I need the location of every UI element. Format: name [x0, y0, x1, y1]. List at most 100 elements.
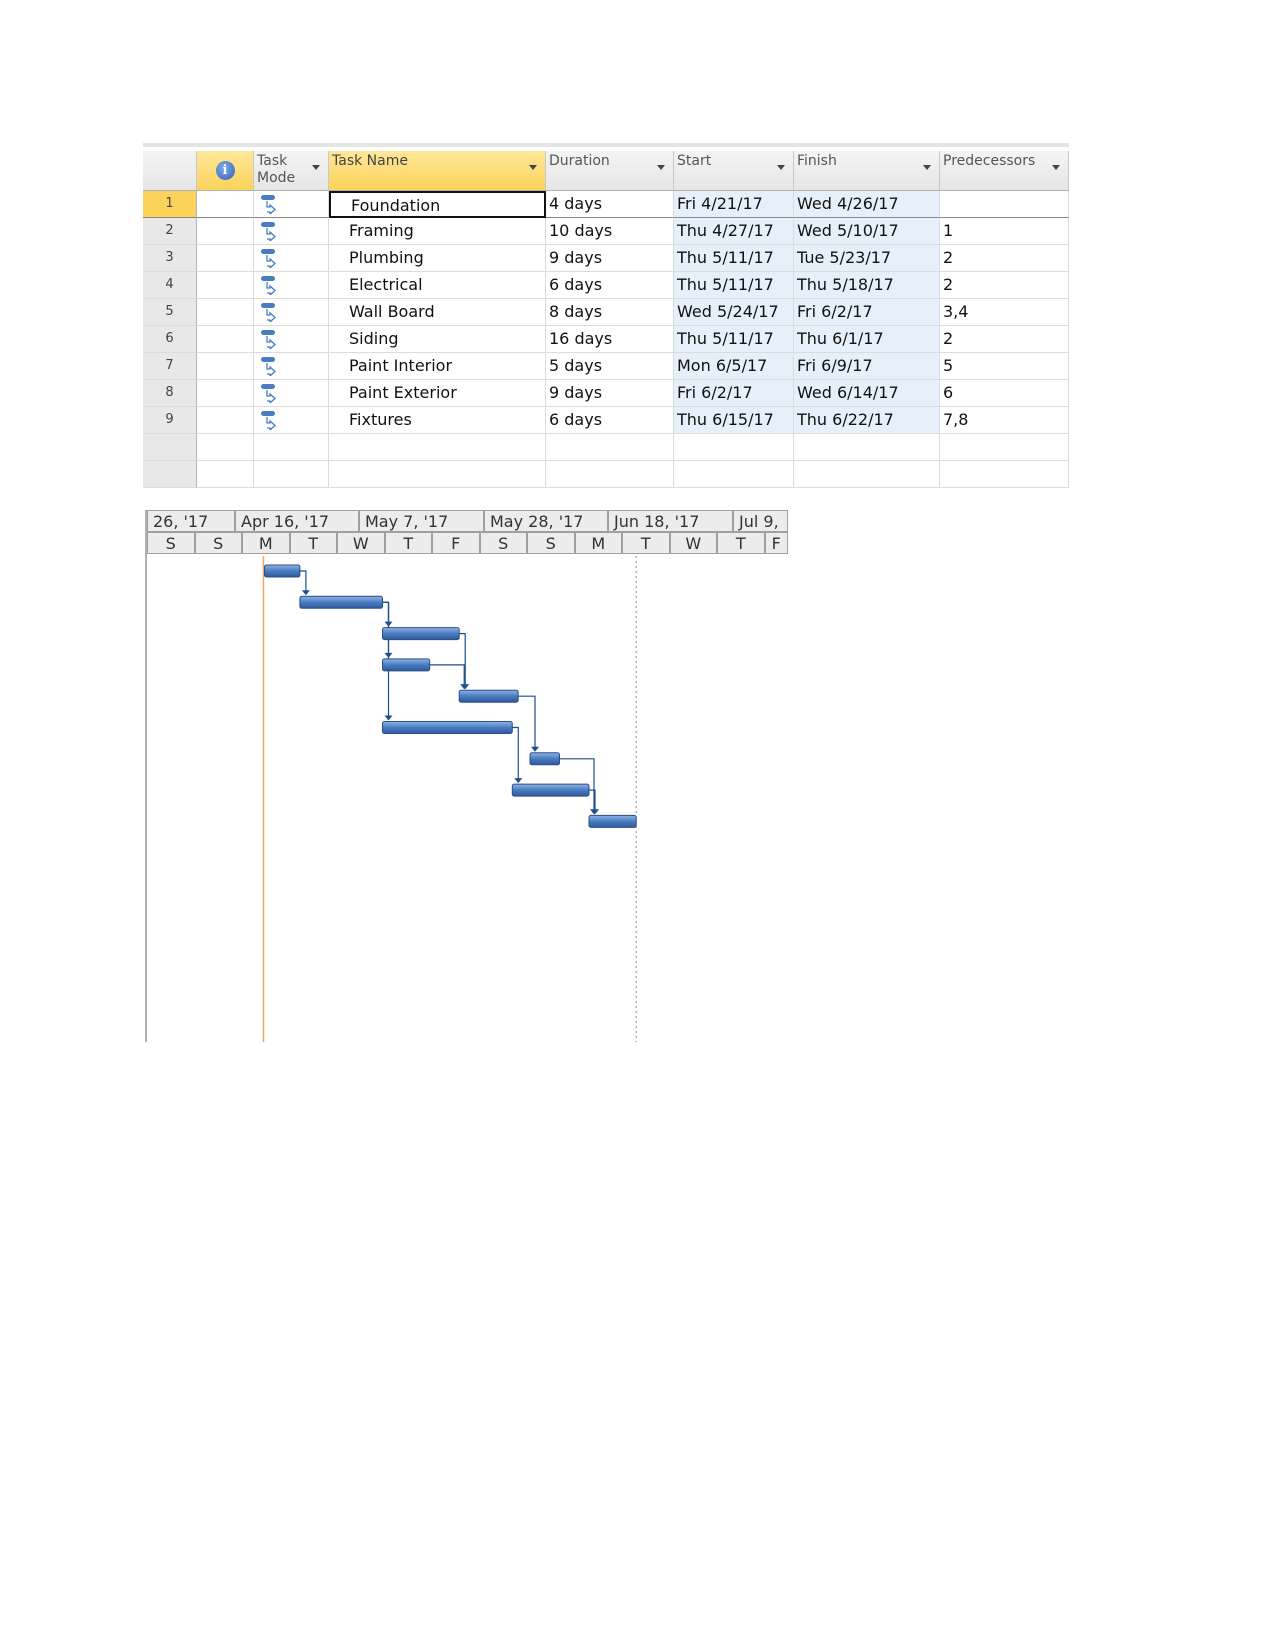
table-cell-name[interactable]: [329, 461, 546, 488]
table-cell-pred[interactable]: 6: [940, 380, 1069, 407]
table-cell-finish[interactable]: Fri 6/2/17: [794, 299, 940, 326]
table-cell-pred[interactable]: [940, 191, 1069, 218]
table-cell-indicator[interactable]: [197, 218, 254, 245]
table-cell-mode[interactable]: [254, 380, 329, 407]
table-cell-pred[interactable]: 2: [940, 245, 1069, 272]
table-cell-indicator[interactable]: [197, 407, 254, 434]
table-cell-mode[interactable]: [254, 461, 329, 488]
table-cell-duration[interactable]: 6 days: [546, 407, 674, 434]
table-cell-duration[interactable]: 6 days: [546, 272, 674, 299]
row-header[interactable]: [143, 434, 197, 461]
table-cell-pred[interactable]: 1: [940, 218, 1069, 245]
chevron-down-icon[interactable]: [529, 165, 537, 170]
table-cell-indicator[interactable]: [197, 434, 254, 461]
row-header[interactable]: 7: [143, 353, 197, 380]
table-cell-start[interactable]: Thu 5/11/17: [674, 272, 794, 299]
table-cell-name[interactable]: Paint Interior: [329, 353, 546, 380]
table-cell-duration[interactable]: 4 days: [546, 191, 674, 218]
table-cell-indicator[interactable]: [197, 461, 254, 488]
table-cell-pred[interactable]: 7,8: [940, 407, 1069, 434]
row-header[interactable]: 6: [143, 326, 197, 353]
table-cell-name[interactable]: [329, 434, 546, 461]
table-cell-start[interactable]: Fri 4/21/17: [674, 191, 794, 218]
chevron-down-icon[interactable]: [312, 165, 320, 170]
table-cell-indicator[interactable]: [197, 245, 254, 272]
table-cell-finish[interactable]: Fri 6/9/17: [794, 353, 940, 380]
table-cell-pred[interactable]: 3,4: [940, 299, 1069, 326]
table-cell-indicator[interactable]: [197, 299, 254, 326]
table-cell-mode[interactable]: [254, 272, 329, 299]
table-cell-finish[interactable]: Wed 4/26/17: [794, 191, 940, 218]
row-header[interactable]: 8: [143, 380, 197, 407]
table-cell-duration[interactable]: 5 days: [546, 353, 674, 380]
row-header[interactable]: 5: [143, 299, 197, 326]
table-cell-start[interactable]: Thu 6/15/17: [674, 407, 794, 434]
table-cell-indicator[interactable]: [197, 191, 254, 218]
row-header[interactable]: 2: [143, 218, 197, 245]
row-header[interactable]: 4: [143, 272, 197, 299]
table-cell-name[interactable]: Wall Board: [329, 299, 546, 326]
table-cell-start[interactable]: Thu 5/11/17: [674, 245, 794, 272]
table-cell-start[interactable]: Mon 6/5/17: [674, 353, 794, 380]
chevron-down-icon[interactable]: [923, 165, 931, 170]
chevron-down-icon[interactable]: [1052, 165, 1060, 170]
row-header[interactable]: 3: [143, 245, 197, 272]
row-header[interactable]: 9: [143, 407, 197, 434]
table-cell-pred[interactable]: 2: [940, 326, 1069, 353]
table-cell-name[interactable]: Siding: [329, 326, 546, 353]
column-header-duration[interactable]: Duration: [546, 151, 674, 191]
column-header-task-mode[interactable]: Task Mode: [254, 151, 329, 191]
table-cell-indicator[interactable]: [197, 380, 254, 407]
table-cell-indicator[interactable]: [197, 326, 254, 353]
table-cell-name[interactable]: Plumbing: [329, 245, 546, 272]
table-cell-start[interactable]: Thu 5/11/17: [674, 326, 794, 353]
table-cell-finish[interactable]: Tue 5/23/17: [794, 245, 940, 272]
table-cell-duration[interactable]: [546, 434, 674, 461]
table-cell-finish[interactable]: Wed 6/14/17: [794, 380, 940, 407]
table-cell-mode[interactable]: [254, 353, 329, 380]
table-cell-finish[interactable]: [794, 434, 940, 461]
table-cell-mode[interactable]: [254, 326, 329, 353]
table-cell-start[interactable]: Fri 6/2/17: [674, 380, 794, 407]
table-cell-start[interactable]: [674, 461, 794, 488]
chevron-down-icon[interactable]: [777, 165, 785, 170]
table-cell-mode[interactable]: [254, 407, 329, 434]
column-header-info-icon[interactable]: i: [197, 151, 254, 191]
table-cell-mode[interactable]: [254, 299, 329, 326]
table-cell-name[interactable]: Framing: [329, 218, 546, 245]
table-cell-start[interactable]: Thu 4/27/17: [674, 218, 794, 245]
table-cell-duration[interactable]: 16 days: [546, 326, 674, 353]
table-cell-name[interactable]: Foundation: [329, 191, 546, 218]
table-cell-pred[interactable]: 5: [940, 353, 1069, 380]
row-header[interactable]: [143, 461, 197, 488]
table-cell-start[interactable]: Wed 5/24/17: [674, 299, 794, 326]
column-header-start[interactable]: Start: [674, 151, 794, 191]
table-cell-pred[interactable]: [940, 461, 1069, 488]
table-cell-finish[interactable]: Thu 6/1/17: [794, 326, 940, 353]
table-cell-indicator[interactable]: [197, 272, 254, 299]
column-header-finish[interactable]: Finish: [794, 151, 940, 191]
chevron-down-icon[interactable]: [657, 165, 665, 170]
table-cell-duration[interactable]: 10 days: [546, 218, 674, 245]
row-header[interactable]: 1: [143, 191, 197, 218]
table-cell-name[interactable]: Electrical: [329, 272, 546, 299]
column-header-predecessors[interactable]: Predecessors: [940, 151, 1069, 191]
table-cell-indicator[interactable]: [197, 353, 254, 380]
table-cell-mode[interactable]: [254, 191, 329, 218]
table-cell-duration[interactable]: 9 days: [546, 380, 674, 407]
table-cell-mode[interactable]: [254, 245, 329, 272]
table-cell-finish[interactable]: Wed 5/10/17: [794, 218, 940, 245]
table-cell-finish[interactable]: Thu 5/18/17: [794, 272, 940, 299]
table-cell-name[interactable]: Paint Exterior: [329, 380, 546, 407]
table-cell-finish[interactable]: Thu 6/22/17: [794, 407, 940, 434]
table-cell-duration[interactable]: 8 days: [546, 299, 674, 326]
column-header-task-name[interactable]: Task Name: [329, 151, 546, 191]
table-cell-start[interactable]: [674, 434, 794, 461]
table-cell-finish[interactable]: [794, 461, 940, 488]
table-cell-duration[interactable]: 9 days: [546, 245, 674, 272]
table-cell-duration[interactable]: [546, 461, 674, 488]
table-cell-pred[interactable]: [940, 434, 1069, 461]
table-cell-pred[interactable]: 2: [940, 272, 1069, 299]
table-cell-mode[interactable]: [254, 434, 329, 461]
table-cell-mode[interactable]: [254, 218, 329, 245]
